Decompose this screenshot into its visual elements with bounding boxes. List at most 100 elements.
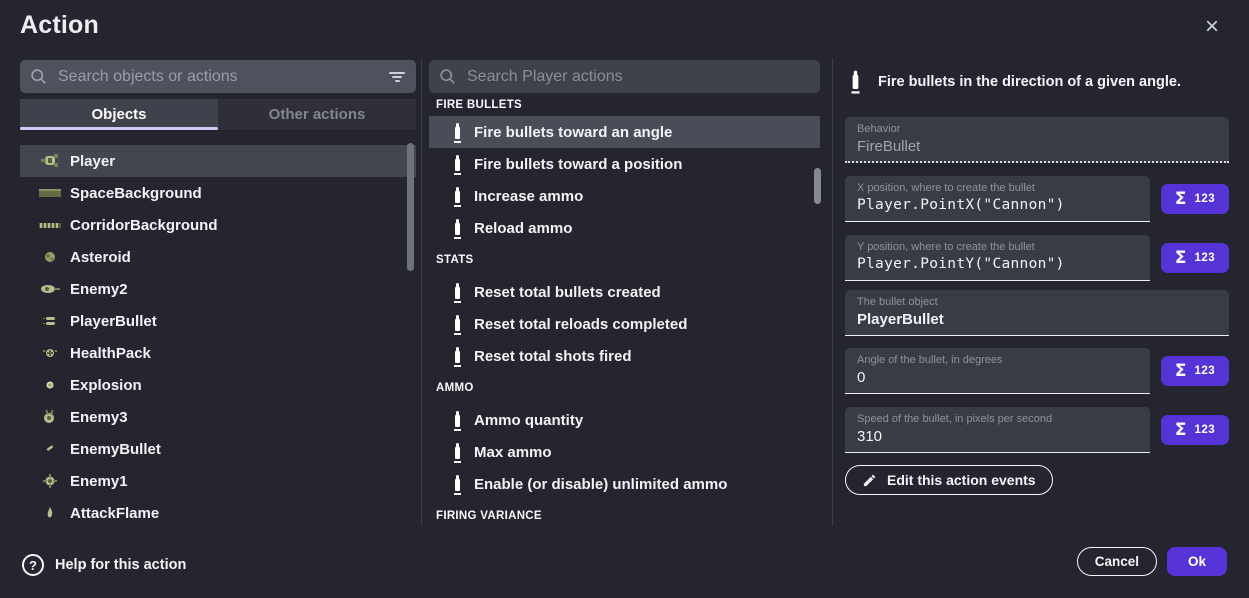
field-value: Player.PointX("Cannon") (857, 195, 1138, 216)
action-label: Fire bullets toward a position (474, 156, 682, 173)
edit-button-label: Edit this action events (887, 472, 1036, 488)
action-group-header: FIRE BULLETS (429, 93, 820, 116)
object-list-item-enemy2[interactable]: Enemy2 (20, 273, 416, 305)
enemy3-sprite-icon (38, 408, 62, 426)
field-label: Angle of the bullet, in degrees (857, 354, 1138, 367)
search-icon (439, 68, 456, 85)
object-name: AttackFlame (70, 505, 159, 522)
object-list-item-attackflame[interactable]: AttackFlame (20, 497, 416, 529)
cancel-button[interactable]: Cancel (1077, 547, 1157, 576)
bullet-icon (853, 74, 859, 89)
bullet-icon (455, 414, 460, 427)
search-input[interactable] (465, 67, 810, 87)
object-list-item-enemy1[interactable]: Enemy1 (20, 465, 416, 497)
expression-editor-button[interactable]: Σ 123 (1161, 184, 1229, 214)
space-background-sprite-icon (38, 184, 62, 202)
filter-icon[interactable] (388, 72, 406, 82)
numbers-icon: 123 (1194, 252, 1215, 264)
object-list-item-explosion[interactable]: Explosion (20, 369, 416, 401)
tab-objects[interactable]: Objects (20, 99, 218, 130)
action-list-item[interactable]: Reload ammo (429, 212, 820, 244)
search-icon (30, 68, 47, 85)
action-editor-dialog: Action × Objects Other actions Player Sp… (0, 0, 1249, 598)
sigma-icon: Σ (1175, 361, 1187, 381)
action-description-row: Fire bullets in the direction of a given… (845, 68, 1229, 95)
field-value: FireBullet (857, 136, 1217, 157)
field-label: Y position, where to create the bullet (857, 241, 1138, 254)
action-list-item[interactable]: Ammo quantity (429, 404, 820, 436)
object-name: EnemyBullet (70, 441, 161, 458)
action-list: FIRE BULLETS Fire bullets toward an angl… (429, 93, 820, 532)
object-list-item-asteroid[interactable]: Asteroid (20, 241, 416, 273)
object-list-item-enemy3[interactable]: Enemy3 (20, 401, 416, 433)
object-list-item-player[interactable]: Player (20, 145, 416, 177)
expression-editor-button[interactable]: Σ 123 (1161, 356, 1229, 386)
bullet-icon (455, 222, 460, 235)
left-panel-tabs: Objects Other actions (20, 99, 416, 130)
bullet-icon (455, 478, 460, 491)
bullet-icon (455, 126, 460, 139)
object-name: Enemy2 (70, 281, 128, 298)
bullet-icon (455, 158, 460, 171)
tab-other-actions[interactable]: Other actions (218, 99, 416, 130)
actions-panel: FIRE BULLETS Fire bullets toward an angl… (429, 58, 820, 532)
explosion-sprite-icon (38, 376, 62, 394)
sigma-icon: Σ (1175, 248, 1187, 268)
action-label: Increase ammo (474, 188, 583, 205)
bullet-icon (455, 350, 460, 363)
enemy-bullet-sprite-icon (38, 440, 62, 458)
asteroid-sprite-icon (38, 248, 62, 266)
action-list-item[interactable]: Fire bullets toward a position (429, 148, 820, 180)
object-list-item-healthpack[interactable]: HealthPack (20, 337, 416, 369)
action-list-item[interactable]: Fire bullets toward an angle (429, 116, 820, 148)
enemy1-sprite-icon (38, 472, 62, 490)
bullet-icon (455, 286, 460, 299)
help-link[interactable]: ? Help for this action (22, 554, 186, 576)
object-list-item-corridorbackground[interactable]: CorridorBackground (20, 209, 416, 241)
object-name: Player (70, 153, 115, 170)
player-bullet-sprite-icon (38, 312, 62, 330)
object-list-item-playerbullet[interactable]: PlayerBullet (20, 305, 416, 337)
search-input[interactable] (56, 67, 388, 87)
action-list-item[interactable]: Reset total shots fired (429, 340, 820, 372)
panel-divider (832, 58, 833, 526)
enemy2-sprite-icon (38, 280, 62, 298)
close-icon[interactable]: × (1199, 14, 1225, 40)
actions-search-bar (429, 60, 820, 93)
action-label: Fire bullets toward an angle (474, 124, 672, 141)
action-label: Reset total shots fired (474, 348, 632, 365)
dialog-footer: ? Help for this action Cancel Ok (0, 526, 1249, 598)
field-value: PlayerBullet (857, 309, 1217, 330)
action-label: Enable (or disable) unlimited ammo (474, 476, 727, 493)
object-list-item-enemybullet[interactable]: EnemyBullet (20, 433, 416, 465)
action-group-header: AMMO (429, 372, 820, 404)
bullet-object-field[interactable]: The bullet object PlayerBullet (845, 290, 1229, 336)
actions-scrollbar-thumb[interactable] (814, 168, 821, 204)
objects-search-bar (20, 60, 416, 93)
edit-action-events-button[interactable]: Edit this action events (845, 465, 1053, 495)
expression-editor-button[interactable]: Σ 123 (1161, 415, 1229, 445)
speed-field[interactable]: Speed of the bullet, in pixels per secon… (845, 407, 1150, 453)
field-label: The bullet object (857, 296, 1217, 309)
action-list-item[interactable]: Max ammo (429, 436, 820, 468)
field-label: Speed of the bullet, in pixels per secon… (857, 413, 1138, 426)
sigma-icon: Σ (1175, 189, 1187, 209)
object-list-item-spacebackground[interactable]: SpaceBackground (20, 177, 416, 209)
object-name: PlayerBullet (70, 313, 157, 330)
object-name: Enemy3 (70, 409, 128, 426)
objects-scrollbar-thumb[interactable] (407, 143, 414, 271)
action-list-item[interactable]: Reset total bullets created (429, 276, 820, 308)
attack-flame-sprite-icon (38, 504, 62, 522)
action-list-item[interactable]: Enable (or disable) unlimited ammo (429, 468, 820, 500)
pencil-icon (862, 473, 877, 488)
ok-button[interactable]: Ok (1167, 547, 1227, 576)
y-position-field[interactable]: Y position, where to create the bullet P… (845, 235, 1150, 281)
angle-field[interactable]: Angle of the bullet, in degrees 0 (845, 348, 1150, 394)
field-label: X position, where to create the bullet (857, 182, 1138, 195)
x-position-field[interactable]: X position, where to create the bullet P… (845, 176, 1150, 222)
bullet-icon (455, 190, 460, 203)
health-pack-sprite-icon (38, 344, 62, 362)
expression-editor-button[interactable]: Σ 123 (1161, 243, 1229, 273)
action-list-item[interactable]: Reset total reloads completed (429, 308, 820, 340)
action-list-item[interactable]: Increase ammo (429, 180, 820, 212)
